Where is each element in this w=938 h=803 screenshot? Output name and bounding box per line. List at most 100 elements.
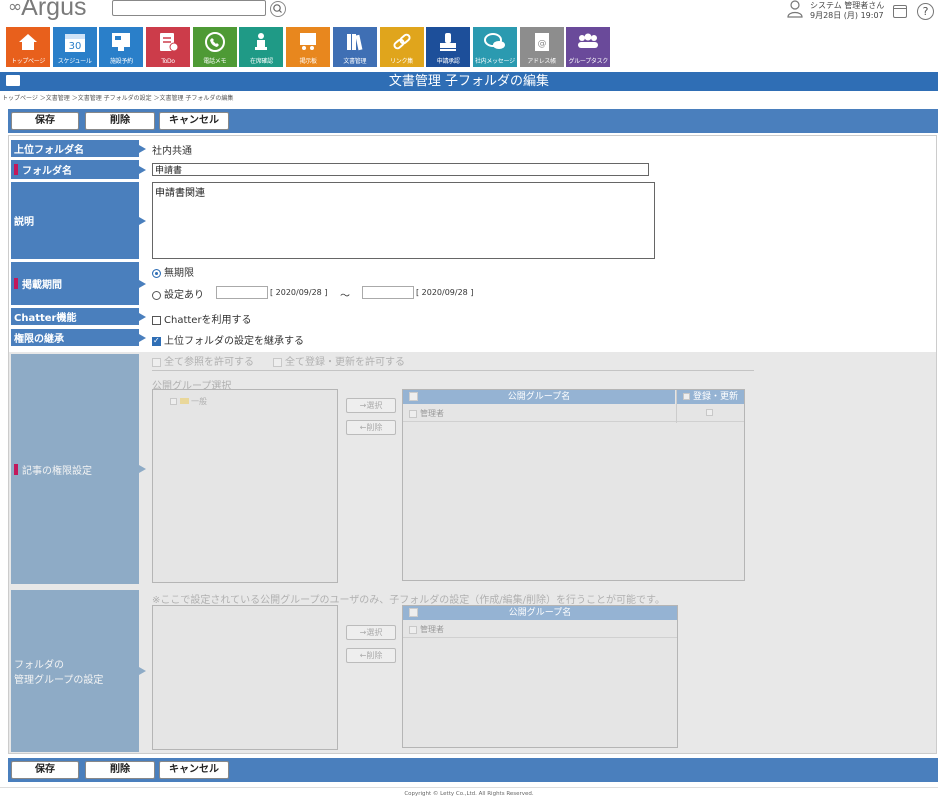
delete-button-bottom[interactable]: 削除 — [85, 761, 155, 779]
address-icon: @ — [531, 30, 553, 54]
app-tile-stamp[interactable]: 申請承認 — [426, 27, 471, 67]
divider — [152, 370, 754, 371]
delete-button[interactable]: 削除 — [85, 112, 155, 130]
app-tile-label: 電話メモ — [203, 58, 227, 65]
allow-view-all-option[interactable]: 全て参照を許可する — [152, 353, 254, 368]
todo-icon — [157, 30, 179, 54]
radio-checked-icon[interactable] — [152, 268, 161, 278]
allow-edit-all-option[interactable]: 全て登録・更新を許可する — [273, 353, 405, 368]
app-tile-label: 文書管理 — [343, 58, 367, 65]
app-tile-calendar[interactable]: 30 スケジュール — [52, 27, 97, 67]
search-input[interactable] — [112, 0, 266, 16]
manage-group-label: フォルダの 管理グループの設定 — [11, 590, 146, 752]
cancel-button[interactable]: キャンセル — [159, 112, 229, 130]
app-tile-message[interactable]: 社内メッセージ — [472, 27, 517, 67]
app-tile-presence[interactable]: 在席確認 — [239, 27, 284, 67]
required-mark — [14, 463, 18, 475]
logo-mark-icon: ∞ — [8, 0, 22, 17]
permission-label: 記事の権限設定 — [11, 354, 146, 584]
calendar-icon: 30 — [64, 30, 86, 54]
app-tile-label: グループタスク — [568, 58, 609, 65]
search-button[interactable] — [270, 1, 286, 17]
app-tile-link[interactable]: リンク集 — [379, 27, 424, 67]
app-tile-facility[interactable]: 施設予約 — [99, 27, 144, 67]
phone-icon — [204, 30, 226, 54]
group-tree-box[interactable] — [152, 389, 338, 583]
app-tile-board[interactable]: 掲示板 — [286, 27, 331, 67]
current-datetime: 9月28日 (月) 19:07 — [810, 11, 884, 20]
presence-icon — [250, 30, 272, 54]
message-icon — [483, 30, 507, 54]
copyright: Copyright © Letty Co.,Ltd. All Rights Re… — [404, 791, 534, 797]
argus-logo[interactable]: ∞ Argus — [8, 0, 87, 21]
description-label: 説明 — [11, 182, 146, 259]
window-icon[interactable] — [893, 5, 907, 18]
link-icon — [391, 30, 413, 54]
table-row: 管理者 — [403, 405, 744, 422]
bottom-button-bar: 保存 削除 キャンセル — [8, 758, 938, 782]
tree-item[interactable]: 一般 — [170, 396, 207, 407]
app-tile-group[interactable]: グループタスク — [566, 27, 611, 67]
app-tile-phone[interactable]: 電話メモ — [192, 27, 237, 67]
checkbox-checked-icon[interactable] — [152, 336, 161, 346]
inherit-option[interactable]: 上位フォルダの設定を継承する — [152, 332, 304, 347]
parent-folder-value: 社内共通 — [152, 146, 192, 157]
home-icon — [17, 30, 39, 54]
app-launcher: トップページ 30 スケジュール 施設予約 ToDo 電話メモ 在席確認 掲示板 文書管理 リンク… — [6, 27, 613, 67]
period-label: 掲載期間 — [11, 262, 146, 305]
search-icon — [273, 4, 282, 13]
period-unlimited-option[interactable]: 無期限 — [152, 264, 194, 279]
breadcrumb[interactable]: トップページ ＞文書管理 ＞文書管理 子フォルダの設定 ＞文書管理 子フォルダの… — [2, 93, 233, 102]
svg-text:30: 30 — [68, 41, 81, 52]
board-icon — [297, 30, 319, 54]
app-tile-document[interactable]: 文書管理 — [332, 27, 377, 67]
cancel-button-bottom[interactable]: キャンセル — [159, 761, 229, 779]
permission-select-button[interactable]: →選択 — [346, 398, 396, 413]
app-tile-label: 申請承認 — [436, 58, 460, 65]
period-custom-option[interactable]: 設定あり — [152, 286, 204, 301]
app-tile-label: ToDo — [161, 58, 175, 65]
period-tilde: ～ — [340, 291, 350, 302]
user-icon[interactable] — [787, 0, 803, 18]
manage-group-note: ※ここで設定されている公開グループのユーザのみ、子フォルダの設定（作成/編集/削… — [152, 595, 666, 606]
radio-unchecked-icon[interactable] — [152, 290, 161, 300]
help-icon[interactable]: ? — [917, 3, 934, 20]
chatter-option[interactable]: Chatterを利用する — [152, 311, 252, 326]
period-from-date: [ 2020/09/28 ] — [270, 288, 328, 297]
checkbox-unchecked-icon[interactable] — [152, 315, 161, 325]
app-tile-label: 社内メッセージ — [474, 58, 515, 65]
required-mark — [14, 164, 18, 175]
app-tile-home[interactable]: トップページ — [6, 27, 50, 67]
folder-icon — [180, 398, 189, 404]
parent-folder-label: 上位フォルダ名 — [11, 140, 146, 157]
period-to-date: [ 2020/09/28 ] — [416, 288, 474, 297]
period-to-input[interactable] — [362, 286, 414, 299]
manage-group-tree-box[interactable] — [152, 605, 338, 750]
app-tile-label: スケジュール — [57, 58, 92, 65]
group-icon — [576, 30, 600, 54]
permission-remove-button[interactable]: ←削除 — [346, 420, 396, 435]
manage-select-button[interactable]: →選択 — [346, 625, 396, 640]
col-manage-group-name: 公開グループ名 — [403, 606, 677, 620]
app-tile-address[interactable]: @ アドレス帳 — [519, 27, 564, 67]
col-group-name: 公開グループ名 — [403, 390, 675, 404]
app-tile-label: 施設予約 — [109, 58, 133, 65]
save-button[interactable]: 保存 — [11, 112, 79, 130]
top-button-bar: 保存 削除 キャンセル — [8, 109, 938, 133]
app-tile-label: 在席確認 — [250, 58, 273, 65]
description-textarea[interactable]: 申請書関連 — [152, 182, 655, 259]
folder-name-input[interactable] — [152, 163, 649, 176]
column-divider — [676, 390, 677, 423]
required-mark — [14, 278, 18, 289]
table-row: 管理者 — [403, 621, 677, 638]
footer-divider — [0, 787, 938, 788]
manage-remove-button[interactable]: ←削除 — [346, 648, 396, 663]
app-tile-label: リンク集 — [390, 58, 413, 65]
document-icon — [344, 30, 366, 54]
logo-text: Argus — [21, 0, 87, 21]
app-tile-label: アドレス帳 — [527, 58, 556, 65]
save-button-bottom[interactable]: 保存 — [11, 761, 79, 779]
stamp-icon — [437, 30, 459, 54]
app-tile-todo[interactable]: ToDo — [146, 27, 191, 67]
period-from-input[interactable] — [216, 286, 268, 299]
